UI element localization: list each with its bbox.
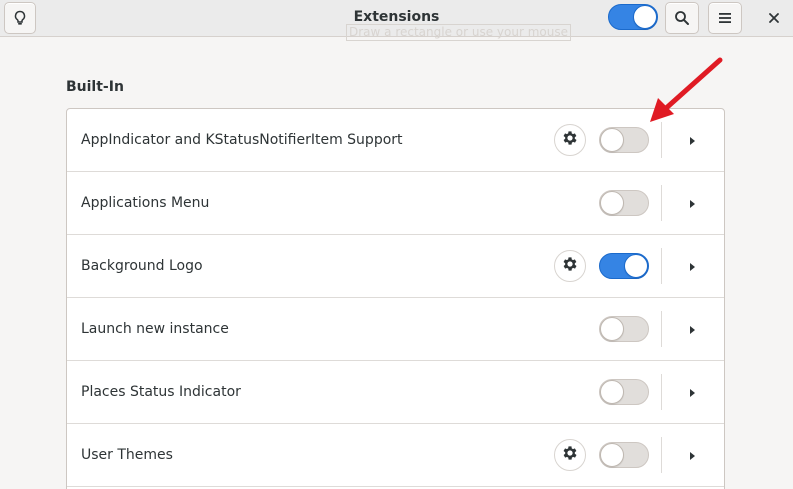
search-button[interactable] bbox=[665, 2, 699, 34]
tooltip-text: Draw a rectangle or use your mouse bbox=[346, 24, 571, 41]
extension-row[interactable]: AppIndicator and KStatusNotifierItem Sup… bbox=[67, 109, 724, 172]
global-switch-track bbox=[608, 4, 658, 30]
close-icon bbox=[768, 9, 780, 28]
gear-icon bbox=[561, 129, 579, 151]
row-separator bbox=[661, 248, 662, 284]
settings-button[interactable] bbox=[554, 124, 586, 156]
expand-button[interactable] bbox=[677, 440, 707, 470]
extension-name: Background Logo bbox=[81, 258, 203, 274]
triangle-right-icon bbox=[687, 257, 697, 276]
expand-button[interactable] bbox=[677, 314, 707, 344]
extension-name: Places Status Indicator bbox=[81, 384, 241, 400]
expand-button[interactable] bbox=[677, 377, 707, 407]
extension-toggle[interactable] bbox=[599, 316, 649, 342]
switch-knob bbox=[600, 380, 624, 404]
gear-icon bbox=[561, 255, 579, 277]
section-title: Built-In bbox=[66, 79, 124, 95]
gear-icon bbox=[561, 444, 579, 466]
row-separator bbox=[661, 311, 662, 347]
switch-knob bbox=[600, 443, 624, 467]
extension-row[interactable]: User Themes bbox=[67, 424, 724, 487]
lightbulb-icon bbox=[12, 10, 28, 26]
extension-toggle[interactable] bbox=[599, 442, 649, 468]
extension-row[interactable]: Launch new instance bbox=[67, 298, 724, 361]
triangle-right-icon bbox=[687, 194, 697, 213]
extension-toggle[interactable] bbox=[599, 190, 649, 216]
extension-toggle[interactable] bbox=[599, 379, 649, 405]
close-button[interactable] bbox=[758, 2, 790, 34]
extension-name: Applications Menu bbox=[81, 195, 210, 211]
triangle-right-icon bbox=[687, 383, 697, 402]
row-separator bbox=[661, 374, 662, 410]
switch-knob bbox=[600, 191, 624, 215]
extension-toggle[interactable] bbox=[599, 253, 649, 279]
header-bar: Extensions Draw a rectangle or use your … bbox=[0, 0, 793, 41]
expand-button[interactable] bbox=[677, 251, 707, 281]
switch-knob bbox=[600, 128, 624, 152]
extension-name: User Themes bbox=[81, 447, 173, 463]
extension-row[interactable]: Background Logo bbox=[67, 235, 724, 298]
main-menu-button[interactable] bbox=[708, 2, 742, 34]
switch-knob bbox=[624, 254, 648, 278]
search-icon bbox=[674, 10, 690, 26]
expand-button[interactable] bbox=[677, 188, 707, 218]
triangle-right-icon bbox=[687, 320, 697, 339]
row-separator bbox=[661, 185, 662, 221]
hamburger-menu-icon bbox=[717, 10, 733, 26]
extension-row[interactable]: Places Status Indicator bbox=[67, 361, 724, 424]
tips-button[interactable] bbox=[4, 2, 36, 34]
row-separator bbox=[661, 437, 662, 473]
settings-button[interactable] bbox=[554, 250, 586, 282]
extension-name: Launch new instance bbox=[81, 321, 229, 337]
extension-row[interactable]: Applications Menu bbox=[67, 172, 724, 235]
global-extensions-switch[interactable] bbox=[608, 4, 658, 30]
switch-knob bbox=[600, 317, 624, 341]
settings-button[interactable] bbox=[554, 439, 586, 471]
window-title: Extensions bbox=[353, 9, 440, 25]
extension-name: AppIndicator and KStatusNotifierItem Sup… bbox=[81, 132, 403, 148]
switch-knob bbox=[633, 5, 657, 29]
annotation-arrow-icon bbox=[650, 57, 723, 122]
triangle-right-icon bbox=[687, 446, 697, 465]
extensions-list: AppIndicator and KStatusNotifierItem Sup… bbox=[66, 108, 725, 489]
